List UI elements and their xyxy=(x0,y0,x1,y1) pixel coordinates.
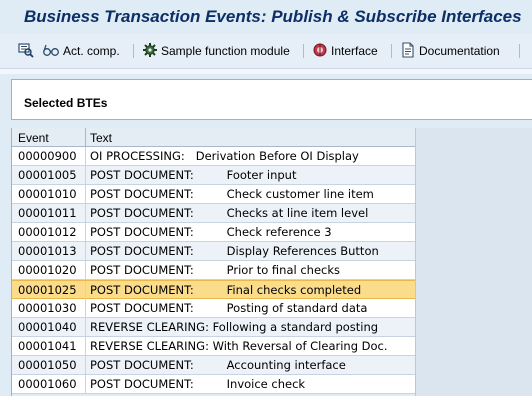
interface-label: Interface xyxy=(331,44,378,58)
column-divider xyxy=(85,375,86,394)
event-cell: 00001030 xyxy=(18,301,77,315)
table-header: Event Text xyxy=(12,128,415,147)
panel-title: Selected BTEs xyxy=(24,96,108,110)
column-divider xyxy=(85,337,86,356)
sample-function-module-label: Sample function module xyxy=(161,44,290,58)
event-cell: 00001005 xyxy=(18,168,77,182)
interface-button[interactable]: Interface xyxy=(312,42,378,60)
act-comp-button[interactable]: Act. comp. xyxy=(42,42,120,60)
column-divider xyxy=(85,166,86,185)
text-cell: POST DOCUMENT: Invoice check xyxy=(90,377,306,391)
column-header-text[interactable]: Text xyxy=(90,131,112,145)
toolbar-separator xyxy=(519,44,520,58)
text-cell: POST DOCUMENT: Accounting interface xyxy=(90,358,346,372)
event-cell: 00001060 xyxy=(18,377,77,391)
column-divider xyxy=(85,223,86,242)
window-title: Business Transaction Events: Publish & S… xyxy=(24,7,522,26)
table-row[interactable]: 00001025 POST DOCUMENT: Final checks comp… xyxy=(12,280,415,300)
function-module-icon xyxy=(142,42,158,61)
display-icon xyxy=(18,42,34,61)
toolbar-separator xyxy=(133,44,134,58)
column-divider xyxy=(85,185,86,204)
table-empty-area xyxy=(415,128,532,396)
event-cell: 00001013 xyxy=(18,244,77,258)
table-row[interactable]: 00001050 POST DOCUMENT: Accounting interf… xyxy=(12,356,415,375)
text-cell: POST DOCUMENT: Check customer line item xyxy=(90,187,374,201)
event-cell: 00001040 xyxy=(18,320,77,334)
documentation-label: Documentation xyxy=(419,44,500,58)
column-divider xyxy=(85,242,86,261)
text-cell: POST DOCUMENT: Posting of standard data xyxy=(90,301,368,315)
text-cell: POST DOCUMENT: Check reference 3 xyxy=(90,225,332,239)
table-row[interactable]: 00001010 POST DOCUMENT: Check customer li… xyxy=(12,185,415,204)
event-cell: 00001050 xyxy=(18,358,77,372)
column-header-event[interactable]: Event xyxy=(18,131,49,145)
title-bar: Business Transaction Events: Publish & S… xyxy=(0,0,532,34)
event-cell: 00000900 xyxy=(18,149,77,163)
toolbar-separator xyxy=(303,44,304,58)
glasses-icon xyxy=(42,42,60,61)
text-cell: REVERSE CLEARING: Following a standard p… xyxy=(90,320,379,334)
event-cell: 00001020 xyxy=(18,263,77,277)
text-cell: POST DOCUMENT: Display References Button xyxy=(90,244,379,258)
sample-function-module-button[interactable]: Sample function module xyxy=(142,42,290,60)
table-row[interactable]: 00000900 OI PROCESSING: Derivation Before… xyxy=(12,147,415,166)
column-divider xyxy=(85,261,86,280)
text-cell: POST DOCUMENT: Checks at line item level xyxy=(90,206,369,220)
column-divider xyxy=(85,147,86,166)
table-row[interactable]: 00001020 POST DOCUMENT: Prior to final ch… xyxy=(12,261,415,280)
text-cell: OI PROCESSING: Derivation Before OI Disp… xyxy=(90,149,359,163)
event-cell: 00001010 xyxy=(18,187,77,201)
event-cell: 00001041 xyxy=(18,339,77,353)
column-divider xyxy=(85,356,86,375)
interface-icon xyxy=(312,42,328,61)
display-button[interactable] xyxy=(18,42,37,60)
column-divider xyxy=(85,318,86,337)
event-cell: 00001025 xyxy=(18,283,77,297)
selected-btes-panel: Selected BTEs xyxy=(11,79,532,120)
table-row[interactable]: 00001012 POST DOCUMENT: Check reference 3 xyxy=(12,223,415,242)
text-cell: POST DOCUMENT: Footer input xyxy=(90,168,297,182)
toolbar-separator xyxy=(391,44,392,58)
column-divider xyxy=(85,204,86,223)
documentation-icon xyxy=(400,41,416,61)
documentation-button[interactable]: Documentation xyxy=(400,41,500,61)
table-row[interactable]: 00001013 POST DOCUMENT: Display Reference… xyxy=(12,242,415,261)
table-row[interactable]: 00001040 REVERSE CLEARING: Following a st… xyxy=(12,318,415,337)
text-cell: REVERSE CLEARING: With Reversal of Clear… xyxy=(90,339,388,353)
table-row[interactable]: 00001041 REVERSE CLEARING: With Reversal … xyxy=(12,337,415,356)
event-cell: 00001012 xyxy=(18,225,77,239)
event-cell: 00001011 xyxy=(18,206,77,220)
bte-table: Event Text 00000900 OI PROCESSING: Deriva… xyxy=(11,128,415,396)
table-row[interactable]: 00001005 POST DOCUMENT: Footer input xyxy=(12,166,415,185)
column-divider[interactable] xyxy=(85,128,86,147)
application-toolbar: Act. comp. Sample function module Interf… xyxy=(0,34,532,68)
table-row[interactable]: 00001060 POST DOCUMENT: Invoice check xyxy=(12,375,415,394)
text-cell: POST DOCUMENT: Final checks completed xyxy=(90,283,362,297)
act-comp-label: Act. comp. xyxy=(63,44,120,58)
column-divider xyxy=(85,281,86,300)
toolbar-divider xyxy=(0,68,532,74)
text-cell: POST DOCUMENT: Prior to final checks xyxy=(90,263,341,277)
column-divider xyxy=(85,299,86,318)
table-row[interactable]: 00001011 POST DOCUMENT: Checks at line it… xyxy=(12,204,415,223)
table-row[interactable]: 00001030 POST DOCUMENT: Posting of standa… xyxy=(12,299,415,318)
